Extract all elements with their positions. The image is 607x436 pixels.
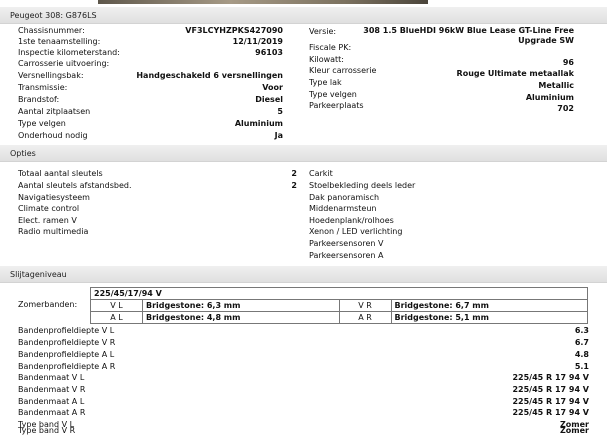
option-item: Carkit: [309, 169, 333, 178]
tire-value: Bridgestone: 6,3 mm: [142, 299, 340, 312]
detail-row: Brandstof: Diesel: [18, 95, 283, 104]
option-item: Dak panoramisch: [309, 193, 380, 202]
slijtage-title: Slijtageniveau: [10, 270, 67, 279]
detail-row: Transmissie: Voor: [18, 83, 283, 92]
vehicle-photo-edge: [98, 0, 428, 4]
option-row: Climate control: [18, 204, 80, 213]
tire-position: A R: [338, 311, 392, 324]
wear-row: Bandenmaat V L 225/45 R 17 94 V: [18, 373, 589, 382]
option-item: Hoedenplank/rolhoes: [309, 216, 394, 225]
tire-position: A L: [90, 311, 143, 324]
wear-row: Bandenprofieldiepte V L 6.3: [18, 326, 589, 335]
detail-row: Aantal zitplaatsen 5: [18, 107, 283, 116]
opties-header: Opties: [0, 145, 607, 162]
detail-row: 1ste tenaamstelling: 12/11/2019: [18, 37, 283, 46]
tire-row-front: V L Bridgestone: 6,3 mm V R Bridgestone:…: [90, 299, 588, 312]
wear-row: Type band V R Zomer: [18, 426, 589, 435]
option-item: Middenarmsteun: [309, 204, 377, 213]
tire-position: V R: [338, 299, 392, 312]
tire-row-rear: A L Bridgestone: 4,8 mm A R Bridgestone:…: [90, 311, 588, 324]
detail-row: Chassisnummer: VF3LCYHZPKS427090: [18, 26, 283, 35]
vehicle-title: Peugeot 308: G876LS: [10, 11, 97, 20]
zomerbanden-label: Zomerbanden:: [18, 300, 78, 309]
option-row: Elect. ramen V: [18, 216, 77, 225]
wear-row: Bandenprofieldiepte A L 4.8: [18, 350, 589, 359]
wear-row: Bandenprofieldiepte V R 6.7: [18, 338, 589, 347]
option-row: Totaal aantal sleutels 2: [18, 169, 297, 178]
wear-row: Bandenmaat V R 225/45 R 17 94 V: [18, 385, 589, 394]
wear-row: Bandenprofieldiepte A R 5.1: [18, 362, 589, 371]
detail-row: Parkeerplaats 702: [309, 101, 574, 113]
detail-row: Inspectie kilometerstand: 96103: [18, 48, 283, 57]
tire-value: Bridgestone: 4,8 mm: [142, 311, 340, 324]
tire-size: 225/45/17/94 V: [90, 287, 588, 300]
tire-size-row: 225/45/17/94 V: [90, 287, 588, 300]
slijtage-header: Slijtageniveau: [0, 266, 607, 283]
option-row: Radio multimedia: [18, 227, 89, 236]
option-row: Aantal sleutels afstandsbed. 2: [18, 181, 297, 190]
detail-row: Versnellingsbak: Handgeschakeld 6 versne…: [18, 71, 283, 80]
wear-row: Bandenmaat A R 225/45 R 17 94 V: [18, 408, 589, 417]
option-row: Navigatiesysteem: [18, 193, 90, 202]
wear-row: Bandenmaat A L 225/45 R 17 94 V: [18, 397, 589, 406]
detail-row: Type lak Metallic: [309, 78, 574, 90]
option-item: Xenon / LED verlichting: [309, 227, 403, 236]
tire-position: V L: [90, 299, 143, 312]
detail-row: Kilowatt: 96: [309, 55, 574, 67]
option-item: Parkeersensoren A: [309, 251, 384, 260]
detail-row: Type velgen Aluminium: [18, 119, 283, 128]
detail-row: Fiscale PK:: [309, 43, 352, 52]
option-item: Stoelbekleding deels leder: [309, 181, 416, 190]
tire-table: 225/45/17/94 V V L Bridgestone: 6,3 mm V…: [90, 287, 588, 324]
tire-value: Bridgestone: 5,1 mm: [390, 311, 588, 324]
detail-row: Type velgen Aluminium: [309, 90, 574, 102]
opties-title: Opties: [10, 149, 36, 158]
option-item: Parkeersensoren V: [309, 239, 384, 248]
detail-row: Onderhoud nodig Ja: [18, 131, 283, 140]
detail-row: Carrosserie uitvoering:: [18, 59, 110, 68]
detail-row: Kleur carrosserie Rouge Ultimate metaall…: [309, 66, 574, 78]
vehicle-title-header: Peugeot 308: G876LS: [0, 7, 607, 24]
tire-value: Bridgestone: 6,7 mm: [390, 299, 588, 312]
